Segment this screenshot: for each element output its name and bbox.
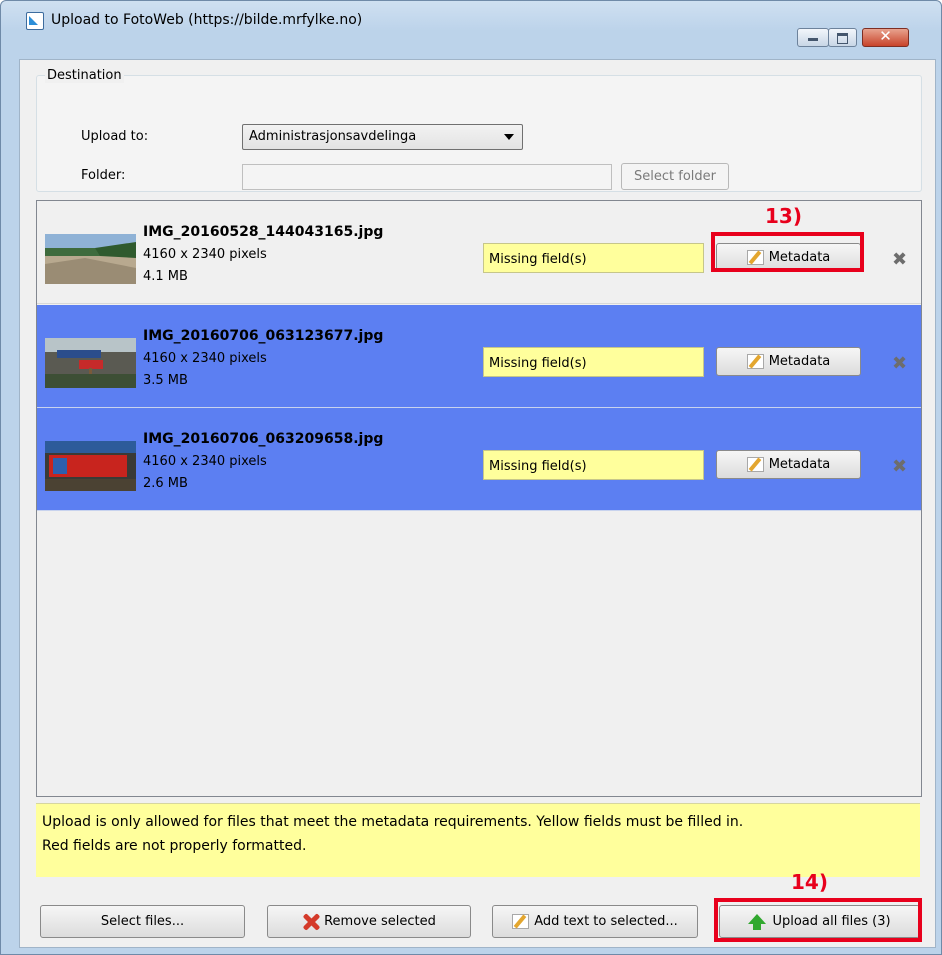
remove-file-icon[interactable]: ✖ (892, 249, 907, 270)
file-dimensions: 4160 x 2340 pixels (143, 351, 267, 366)
missing-fields-status: Missing field(s) (483, 243, 704, 273)
annotation-highlight-metadata (711, 232, 864, 272)
metadata-button-label: Metadata (768, 354, 831, 369)
select-files-button[interactable]: Select files... (40, 905, 245, 938)
add-text-label: Add text to selected... (534, 914, 678, 929)
annotation-highlight-upload (714, 898, 922, 942)
metadata-requirements-notice: Upload is only allowed for files that me… (36, 803, 920, 877)
upload-dialog-window: Upload to FotoWeb (https://bilde.mrfylke… (0, 0, 942, 955)
minimize-button[interactable] (797, 28, 829, 47)
remove-file-icon[interactable]: ✖ (892, 456, 907, 477)
file-name: IMG_20160706_063123677.jpg (143, 328, 384, 344)
edit-metadata-icon (746, 354, 764, 369)
annotation-step-14: 14) (791, 870, 828, 894)
dialog-client-area: Destination Upload to: Administrasjonsav… (19, 59, 936, 948)
file-size: 2.6 MB (143, 476, 188, 491)
missing-fields-status: Missing field(s) (483, 347, 704, 377)
add-text-icon (512, 914, 530, 929)
edit-metadata-icon (746, 457, 764, 472)
add-text-button[interactable]: Add text to selected... (492, 905, 698, 938)
close-button[interactable]: ✕ (862, 27, 909, 47)
file-size: 3.5 MB (143, 373, 188, 388)
file-dimensions: 4160 x 2340 pixels (143, 454, 267, 469)
notice-line-1: Upload is only allowed for files that me… (42, 814, 744, 830)
remove-selected-button[interactable]: Remove selected (267, 905, 471, 938)
remove-file-icon[interactable]: ✖ (892, 353, 907, 374)
folder-label: Folder: (81, 168, 126, 183)
file-name: IMG_20160528_144043165.jpg (143, 224, 384, 240)
app-icon (26, 12, 44, 30)
destination-group-label: Destination (45, 68, 124, 83)
file-name: IMG_20160706_063209658.jpg (143, 431, 384, 447)
notice-line-2: Red fields are not properly formatted. (42, 838, 307, 854)
dropdown-arrow-icon (504, 134, 514, 140)
upload-to-value: Administrasjonsavdelinga (249, 129, 417, 144)
select-folder-button[interactable]: Select folder (621, 163, 729, 190)
file-list[interactable]: IMG_20160528_144043165.jpg 4160 x 2340 p… (36, 200, 922, 797)
file-row[interactable]: IMG_20160706_063209658.jpg 4160 x 2340 p… (37, 408, 921, 511)
remove-selected-label: Remove selected (324, 914, 436, 929)
close-icon: ✕ (879, 27, 892, 45)
metadata-button-label: Metadata (768, 457, 831, 472)
folder-field[interactable] (242, 164, 612, 190)
file-thumbnail (45, 441, 136, 491)
metadata-button[interactable]: Metadata (716, 450, 861, 479)
file-row[interactable]: IMG_20160706_063123677.jpg 4160 x 2340 p… (37, 305, 921, 408)
file-thumbnail (45, 234, 136, 284)
file-dimensions: 4160 x 2340 pixels (143, 247, 267, 262)
metadata-button[interactable]: Metadata (716, 347, 861, 376)
remove-icon (302, 913, 320, 931)
annotation-step-13: 13) (765, 204, 802, 228)
destination-group: Destination Upload to: Administrasjonsav… (36, 68, 922, 192)
missing-fields-status: Missing field(s) (483, 450, 704, 480)
upload-to-dropdown[interactable]: Administrasjonsavdelinga (242, 124, 523, 150)
file-thumbnail (45, 338, 136, 388)
upload-to-label: Upload to: (81, 129, 149, 144)
file-size: 4.1 MB (143, 269, 188, 284)
window-title: Upload to FotoWeb (https://bilde.mrfylke… (51, 12, 363, 28)
maximize-button[interactable] (828, 28, 857, 47)
